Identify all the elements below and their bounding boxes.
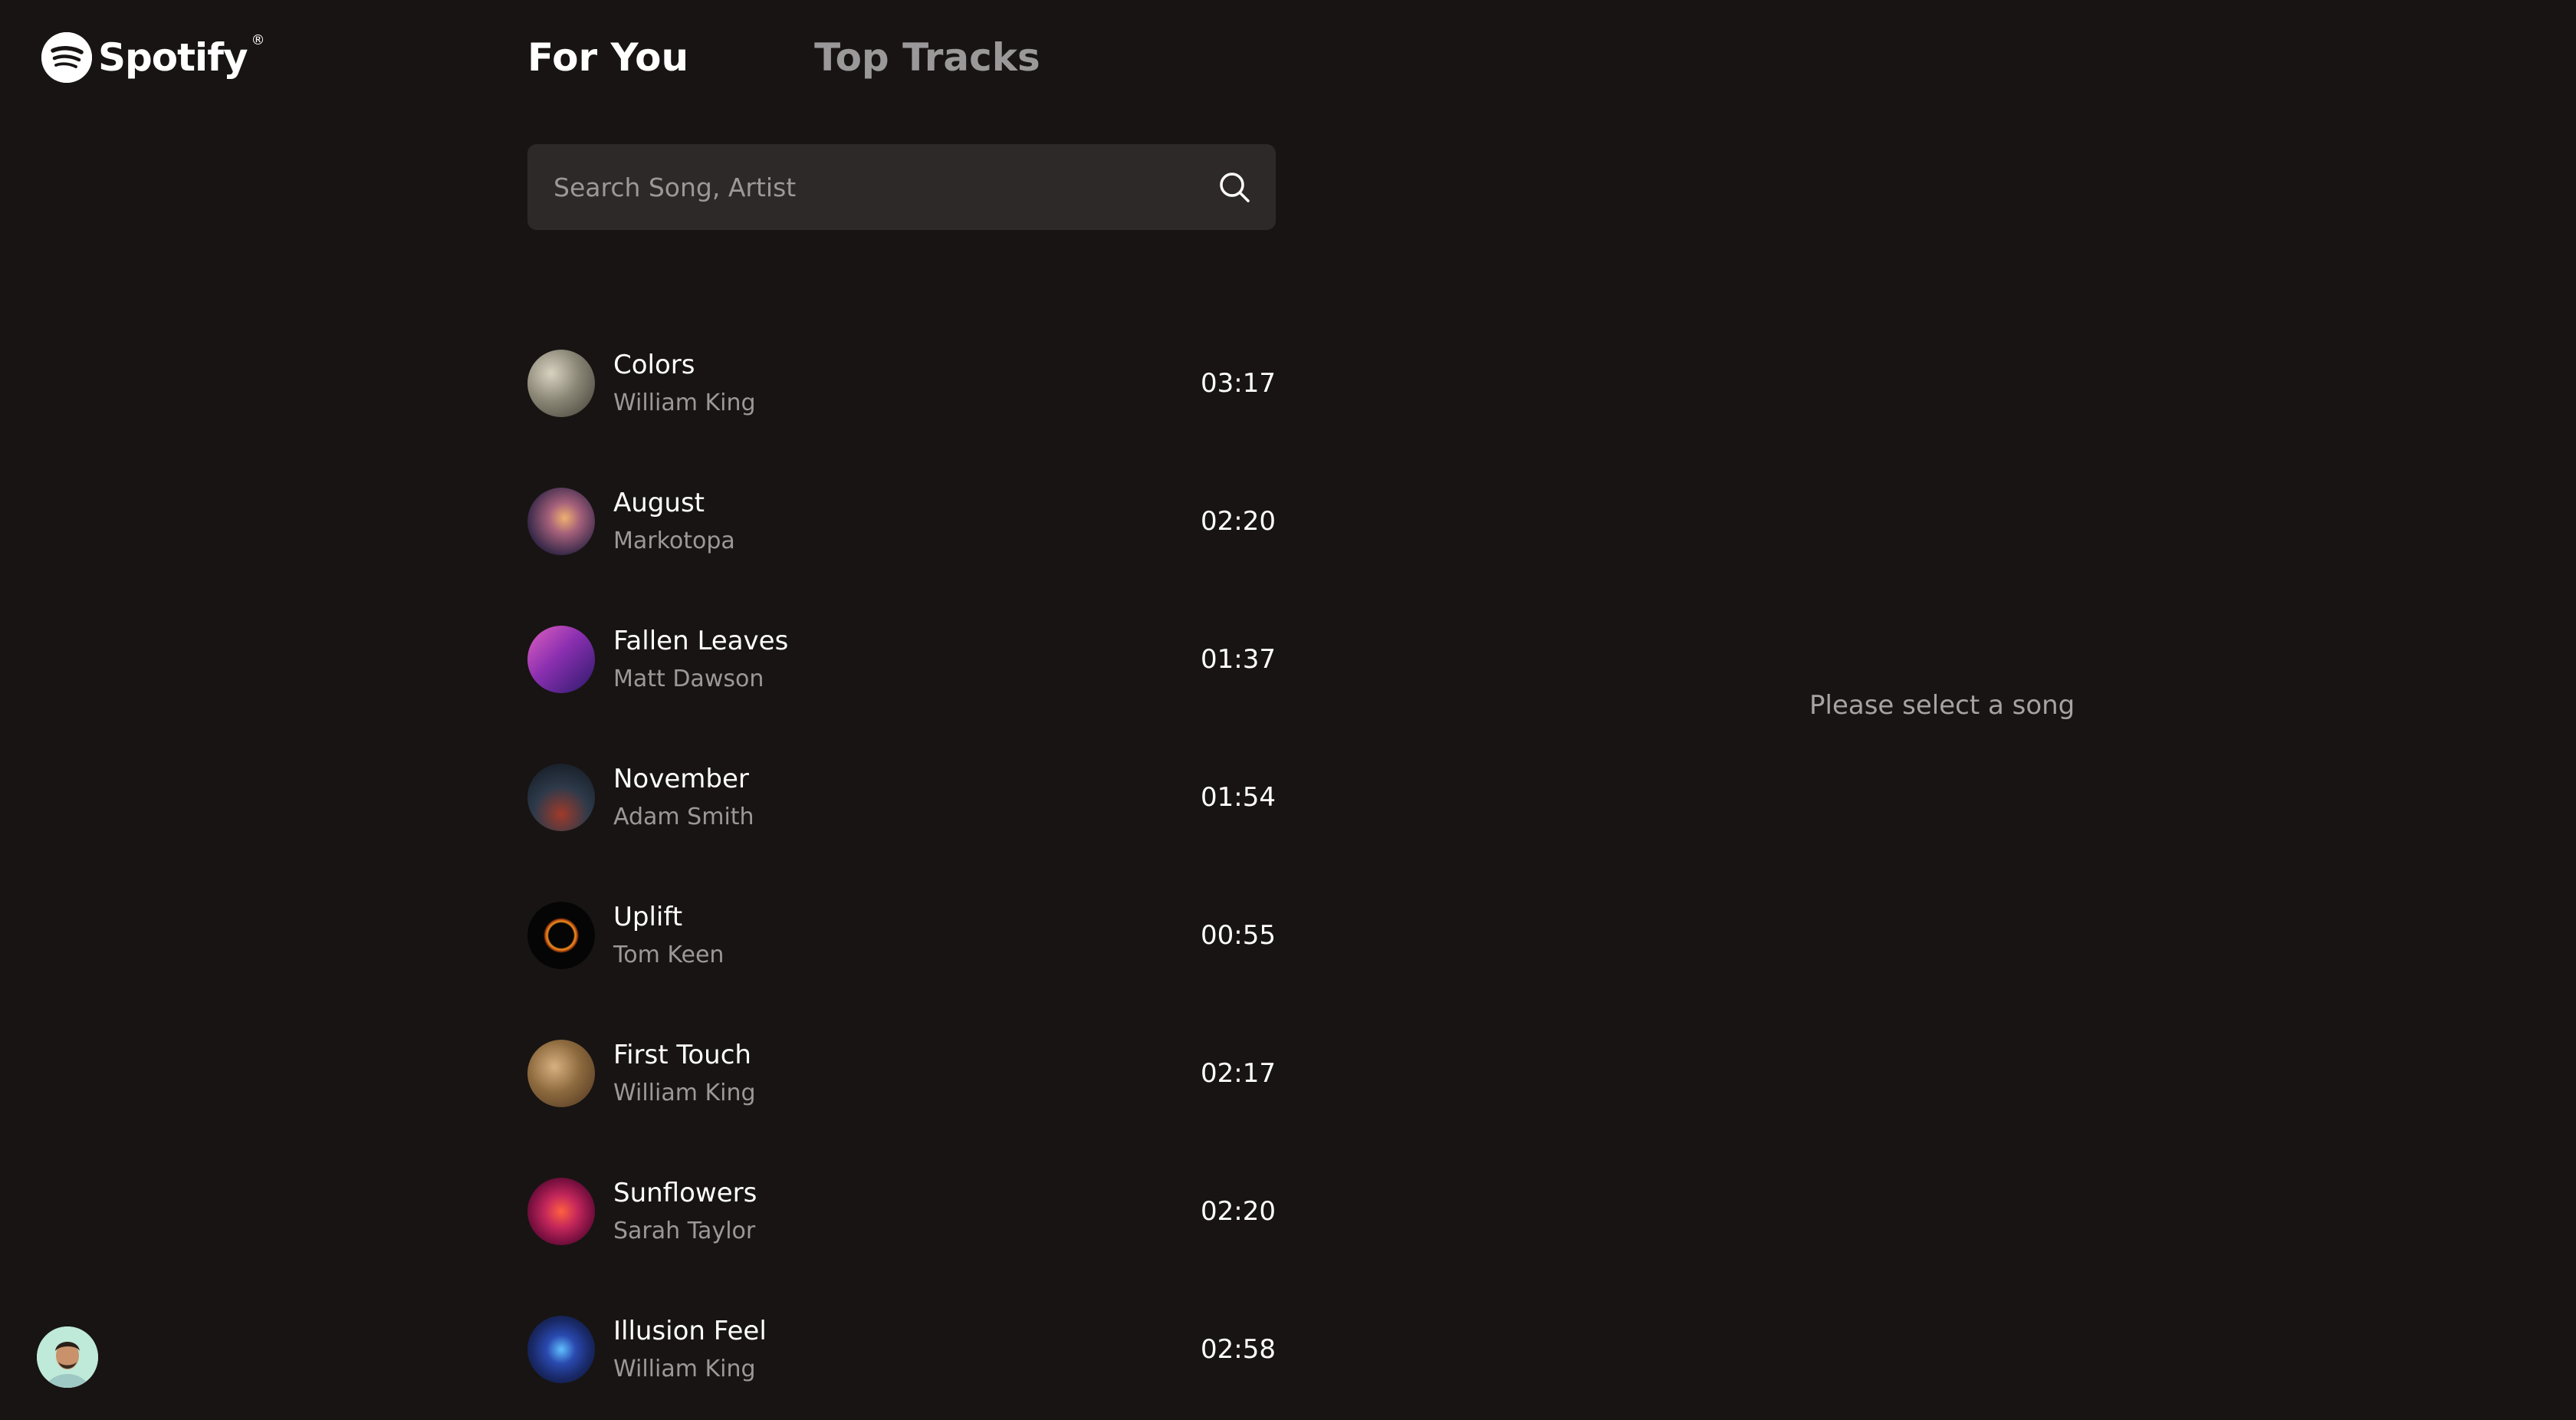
user-avatar[interactable] [37,1326,98,1388]
track-artist: William King [613,390,756,416]
track-artist: Markotopa [613,528,735,554]
track-duration: 00:55 [1201,920,1276,951]
track-title: Illusion Feel [613,1316,767,1346]
search-icon[interactable] [1216,169,1253,205]
track-title: Sunflowers [613,1178,757,1208]
search-bar [527,144,1276,230]
track-row[interactable]: Uplift Tom Keen 00:55 [527,866,1276,1004]
track-row[interactable]: Sunflowers Sarah Taylor 02:20 [527,1142,1276,1280]
track-list: Colors William King 03:17 August Markoto… [527,314,1276,1418]
track-row[interactable]: Colors William King 03:17 [527,314,1276,452]
album-cover [527,350,595,417]
track-row[interactable]: First Touch William King 02:17 [527,1004,1276,1142]
track-title: November [613,764,749,794]
spotify-logo[interactable]: Spotify ® [41,31,265,84]
registered-mark: ® [251,32,265,48]
track-duration: 02:58 [1201,1334,1276,1365]
tab-for-you[interactable]: For You [527,31,688,84]
track-title: Fallen Leaves [613,626,789,656]
album-cover [527,1040,595,1107]
player-empty-message: Please select a song [1809,690,2075,721]
track-row[interactable]: November Adam Smith 01:54 [527,728,1276,866]
track-artist: Sarah Taylor [613,1218,756,1244]
track-duration: 02:17 [1201,1058,1276,1089]
album-cover [527,626,595,693]
search-input[interactable] [552,171,1216,203]
album-cover [527,1178,595,1245]
spotify-icon [41,32,92,83]
track-artist: Matt Dawson [613,666,764,692]
track-duration: 03:17 [1201,368,1276,399]
album-cover [527,488,595,555]
track-title: Colors [613,350,695,380]
track-row[interactable]: Illusion Feel William King 02:58 [527,1280,1276,1418]
track-duration: 01:37 [1201,644,1276,675]
track-title: Uplift [613,902,683,932]
track-artist: Tom Keen [613,942,724,968]
track-duration: 01:54 [1201,782,1276,813]
track-artist: William King [613,1080,756,1106]
album-cover [527,1316,595,1383]
track-artist: Adam Smith [613,804,754,830]
track-duration: 02:20 [1201,1196,1276,1227]
track-title: First Touch [613,1040,751,1070]
track-row[interactable]: Fallen Leaves Matt Dawson 01:37 [527,590,1276,728]
tab-top-tracks[interactable]: Top Tracks [814,31,1040,84]
track-title: August [613,488,705,518]
user-avatar-icon [37,1326,98,1388]
track-artist: William King [613,1356,756,1382]
main-tabs: For You Top Tracks [527,31,1040,84]
track-row[interactable]: August Markotopa 02:20 [527,452,1276,590]
brand-name: Spotify ® [98,32,265,80]
track-duration: 02:20 [1201,506,1276,537]
album-cover [527,764,595,831]
album-cover [527,902,595,969]
